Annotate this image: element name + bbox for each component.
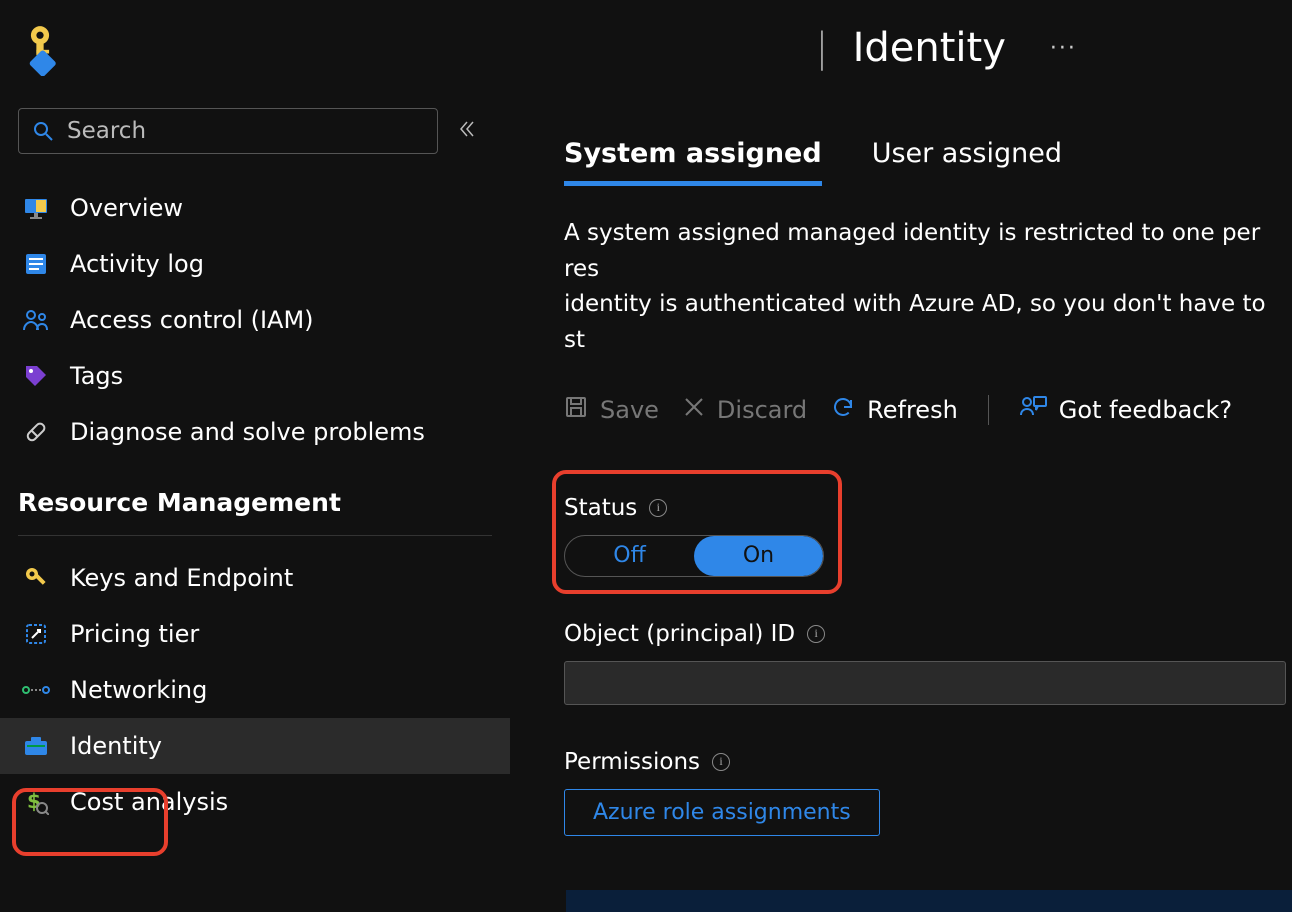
refresh-label: Refresh [867,396,958,424]
sidebar-item-label: Activity log [70,250,204,278]
save-button[interactable]: Save [564,395,659,425]
status-section: Status i Off On [564,495,1292,577]
sidebar: Search Overview [0,88,510,912]
info-icon[interactable]: i [649,499,667,517]
toolbar-separator [988,395,989,425]
feedback-icon [1019,395,1047,425]
tags-icon [22,362,50,390]
sidebar-item-diagnose[interactable]: Diagnose and solve problems [18,404,492,460]
save-label: Save [600,396,659,424]
sidebar-item-cost-analysis[interactable]: $ Cost analysis [18,774,492,830]
sidebar-item-keys-endpoint[interactable]: Keys and Endpoint [18,550,492,606]
save-icon [564,395,588,425]
sidebar-item-label: Tags [70,362,123,390]
status-on-option[interactable]: On [694,536,823,576]
search-icon [33,121,53,141]
sidebar-item-label: Diagnose and solve problems [70,418,425,446]
sidebar-item-tags[interactable]: Tags [18,348,492,404]
tab-user-assigned[interactable]: User assigned [872,138,1062,186]
discard-button[interactable]: Discard [683,396,807,424]
sidebar-item-label: Overview [70,194,183,222]
main-content: System assigned User assigned A system a… [510,88,1292,912]
tabs: System assigned User assigned [564,138,1292,186]
sidebar-section-resource-management: Resource Management [18,460,492,525]
cost-analysis-icon: $ [22,788,50,816]
sidebar-item-activity-log[interactable]: Activity log [18,236,492,292]
sidebar-item-label: Pricing tier [70,620,199,648]
refresh-button[interactable]: Refresh [831,395,958,425]
sidebar-item-access-control[interactable]: Access control (IAM) [18,292,492,348]
status-off-option[interactable]: Off [565,536,694,576]
object-id-section: Object (principal) ID i [564,621,1292,705]
search-placeholder: Search [67,118,146,144]
sidebar-item-pricing-tier[interactable]: Pricing tier [18,606,492,662]
discard-label: Discard [717,396,807,424]
overview-icon [22,194,50,222]
sidebar-item-label: Keys and Endpoint [70,564,293,592]
key-icon [22,564,50,592]
feedback-label: Got feedback? [1059,396,1232,424]
keyvault-icon [20,18,60,78]
feedback-button[interactable]: Got feedback? [1019,395,1232,425]
sidebar-item-label: Access control (IAM) [70,306,314,334]
sidebar-item-identity[interactable]: Identity [0,718,510,774]
sidebar-item-label: Identity [70,732,162,760]
refresh-icon [831,395,855,425]
sidebar-divider [18,535,492,536]
page-header: | Identity ··· [0,0,1292,88]
identity-icon [22,732,50,760]
sidebar-item-networking[interactable]: Networking [18,662,492,718]
toolbar: Save Discard Refre [564,395,1292,425]
diagnose-icon [22,418,50,446]
close-icon [683,396,705,424]
permissions-label: Permissions [564,749,700,775]
description-text: A system assigned managed identity is re… [564,216,1292,359]
permissions-section: Permissions i Azure role assignments [564,749,1292,836]
svg-text:$: $ [27,789,41,813]
sidebar-item-overview[interactable]: Overview [18,180,492,236]
page-title: Identity [853,25,1006,71]
header-separator: | [815,25,828,71]
search-input[interactable]: Search [18,108,438,154]
access-control-icon [22,306,50,334]
info-icon[interactable]: i [807,625,825,643]
more-actions-icon[interactable]: ··· [1030,36,1077,61]
sidebar-item-label: Cost analysis [70,788,228,816]
pricing-tier-icon [22,620,50,648]
collapse-sidebar-icon[interactable] [458,119,476,143]
activity-log-icon [22,250,50,278]
status-label: Status [564,495,637,521]
status-toggle[interactable]: Off On [564,535,824,577]
object-id-input[interactable] [564,661,1286,705]
sidebar-item-label: Networking [70,676,207,704]
networking-icon [22,676,50,704]
info-icon[interactable]: i [712,753,730,771]
object-id-label: Object (principal) ID [564,621,795,647]
azure-role-assignments-button[interactable]: Azure role assignments [564,789,880,836]
bottom-strip [566,890,1292,912]
tab-system-assigned[interactable]: System assigned [564,138,822,186]
